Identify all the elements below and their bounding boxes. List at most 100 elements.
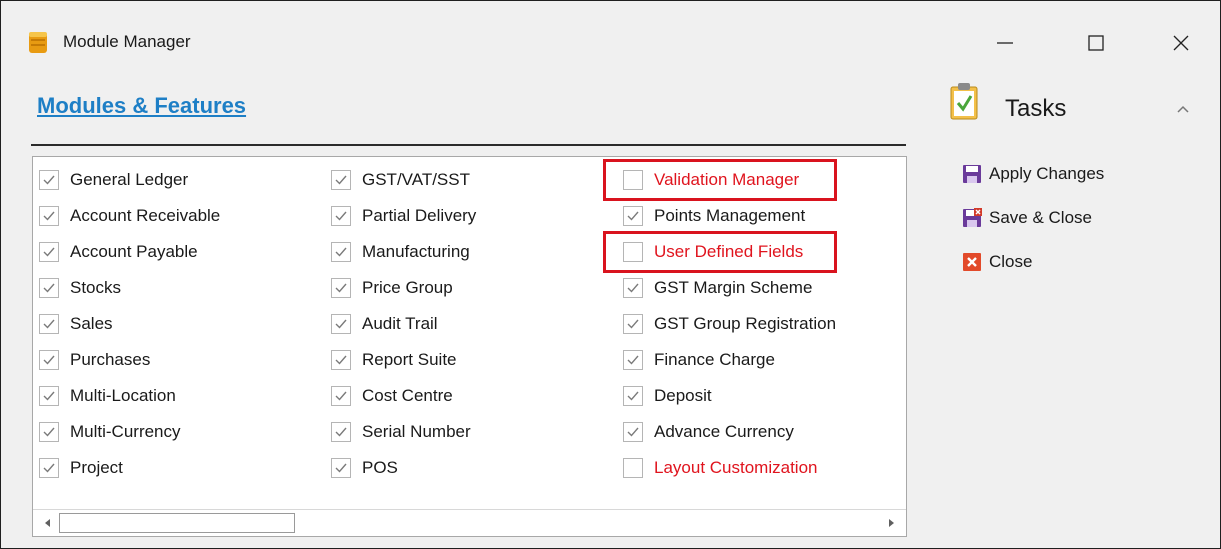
module-item-gst-vat-sst[interactable]: GST/VAT/SST bbox=[331, 165, 470, 195]
checkmark-icon bbox=[43, 463, 55, 473]
save-close-button[interactable]: Save & Close bbox=[961, 205, 1092, 231]
checkbox[interactable] bbox=[39, 278, 59, 298]
checkbox[interactable] bbox=[39, 422, 59, 442]
checkbox[interactable] bbox=[331, 278, 351, 298]
checkbox[interactable] bbox=[623, 386, 643, 406]
clipboard-check-icon bbox=[950, 83, 978, 120]
module-item-advance-currency[interactable]: Advance Currency bbox=[623, 417, 794, 447]
checkbox[interactable] bbox=[331, 386, 351, 406]
checkbox[interactable] bbox=[39, 242, 59, 262]
save-close-label: Save & Close bbox=[989, 208, 1092, 227]
checkbox[interactable] bbox=[331, 458, 351, 478]
save-icon bbox=[963, 165, 981, 183]
maximize-button[interactable] bbox=[1076, 23, 1116, 63]
checkmark-icon bbox=[335, 175, 347, 185]
checkmark-icon bbox=[335, 355, 347, 365]
module-item-multi-location[interactable]: Multi-Location bbox=[39, 381, 176, 411]
module-item-report-suite[interactable]: Report Suite bbox=[331, 345, 457, 375]
module-item-sales[interactable]: Sales bbox=[39, 309, 113, 339]
module-item-deposit[interactable]: Deposit bbox=[623, 381, 712, 411]
apply-changes-label: Apply Changes bbox=[989, 164, 1105, 183]
scroll-left-button[interactable] bbox=[37, 512, 59, 534]
checkmark-icon bbox=[335, 283, 347, 293]
tasks-title: Tasks bbox=[1005, 95, 1067, 122]
module-item-partial-delivery[interactable]: Partial Delivery bbox=[331, 201, 476, 231]
chevron-up-icon bbox=[1177, 105, 1189, 113]
module-item-finance-charge[interactable]: Finance Charge bbox=[623, 345, 775, 375]
modules-list-panel: General Ledger Account Receivable Account … bbox=[32, 156, 907, 537]
checkmark-icon bbox=[335, 463, 347, 473]
checkbox[interactable] bbox=[331, 422, 351, 442]
module-item-stocks[interactable]: Stocks bbox=[39, 273, 121, 303]
module-item-general-ledger[interactable]: General Ledger bbox=[39, 165, 188, 195]
module-label: Finance Charge bbox=[654, 350, 775, 369]
module-item-audit-trail[interactable]: Audit Trail bbox=[331, 309, 438, 339]
checkbox[interactable] bbox=[39, 206, 59, 226]
module-item-account-payable[interactable]: Account Payable bbox=[39, 237, 198, 267]
minimize-button[interactable] bbox=[985, 23, 1025, 63]
module-item-layout-customization[interactable]: Layout Customization bbox=[623, 453, 817, 483]
checkbox[interactable] bbox=[623, 206, 643, 226]
checkbox[interactable] bbox=[623, 350, 643, 370]
checkmark-icon bbox=[335, 319, 347, 329]
close-button[interactable]: Close bbox=[961, 249, 1032, 275]
module-label: Project bbox=[70, 458, 123, 477]
module-label: GST/VAT/SST bbox=[362, 170, 470, 189]
checkbox[interactable] bbox=[39, 170, 59, 190]
checkbox[interactable] bbox=[623, 278, 643, 298]
module-item-gst-margin-scheme[interactable]: GST Margin Scheme bbox=[623, 273, 812, 303]
module-item-serial-number[interactable]: Serial Number bbox=[331, 417, 471, 447]
checkmark-icon bbox=[43, 427, 55, 437]
scroll-right-button[interactable] bbox=[880, 512, 902, 534]
module-label: Advance Currency bbox=[654, 422, 794, 441]
checkbox[interactable] bbox=[39, 314, 59, 334]
module-item-manufacturing[interactable]: Manufacturing bbox=[331, 237, 470, 267]
minimize-icon bbox=[997, 42, 1013, 44]
checkmark-icon bbox=[627, 211, 639, 221]
checkbox[interactable] bbox=[331, 350, 351, 370]
module-label: Account Payable bbox=[70, 242, 198, 261]
module-label: Price Group bbox=[362, 278, 453, 297]
checkbox[interactable] bbox=[331, 170, 351, 190]
close-window-button[interactable] bbox=[1161, 23, 1201, 63]
module-label: Stocks bbox=[70, 278, 122, 297]
checkbox[interactable] bbox=[39, 458, 59, 478]
module-item-points-management[interactable]: Points Management bbox=[623, 201, 805, 231]
module-item-account-receivable[interactable]: Account Receivable bbox=[39, 201, 220, 231]
checkmark-icon bbox=[627, 391, 639, 401]
module-label: Sales bbox=[70, 314, 113, 333]
module-label: Points Management bbox=[654, 206, 806, 225]
close-label: Close bbox=[989, 252, 1033, 271]
module-item-cost-centre[interactable]: Cost Centre bbox=[331, 381, 453, 411]
scroll-thumb[interactable] bbox=[59, 513, 295, 533]
module-label: Multi-Currency bbox=[70, 422, 181, 441]
module-item-price-group[interactable]: Price Group bbox=[331, 273, 453, 303]
tasks-collapse-button[interactable] bbox=[1171, 97, 1195, 121]
checkmark-icon bbox=[43, 391, 55, 401]
module-label: POS bbox=[362, 458, 398, 477]
horizontal-scrollbar[interactable] bbox=[33, 509, 906, 536]
checkmark-icon bbox=[627, 283, 639, 293]
module-item-gst-group-registration[interactable]: GST Group Registration bbox=[623, 309, 836, 339]
module-item-pos[interactable]: POS bbox=[331, 453, 398, 483]
module-manager-window: Module Manager Modules & Features Genera… bbox=[0, 0, 1221, 549]
module-label: GST Group Registration bbox=[654, 314, 837, 333]
checkbox[interactable] bbox=[331, 206, 351, 226]
checkbox[interactable] bbox=[39, 386, 59, 406]
module-item-project[interactable]: Project bbox=[39, 453, 123, 483]
module-item-purchases[interactable]: Purchases bbox=[39, 345, 150, 375]
checkmark-icon bbox=[335, 391, 347, 401]
modules-features-heading[interactable]: Modules & Features bbox=[37, 93, 246, 119]
module-item-multi-currency[interactable]: Multi-Currency bbox=[39, 417, 181, 447]
checkbox[interactable] bbox=[39, 350, 59, 370]
apply-changes-button[interactable]: Apply Changes bbox=[961, 161, 1104, 187]
checkmark-icon bbox=[335, 211, 347, 221]
checkbox[interactable] bbox=[331, 314, 351, 334]
checkbox[interactable] bbox=[623, 458, 643, 478]
checkmark-icon bbox=[335, 247, 347, 257]
checkbox[interactable] bbox=[331, 242, 351, 262]
checkbox[interactable] bbox=[623, 314, 643, 334]
checkmark-icon bbox=[43, 283, 55, 293]
triangle-right-icon bbox=[889, 519, 894, 527]
checkbox[interactable] bbox=[623, 422, 643, 442]
